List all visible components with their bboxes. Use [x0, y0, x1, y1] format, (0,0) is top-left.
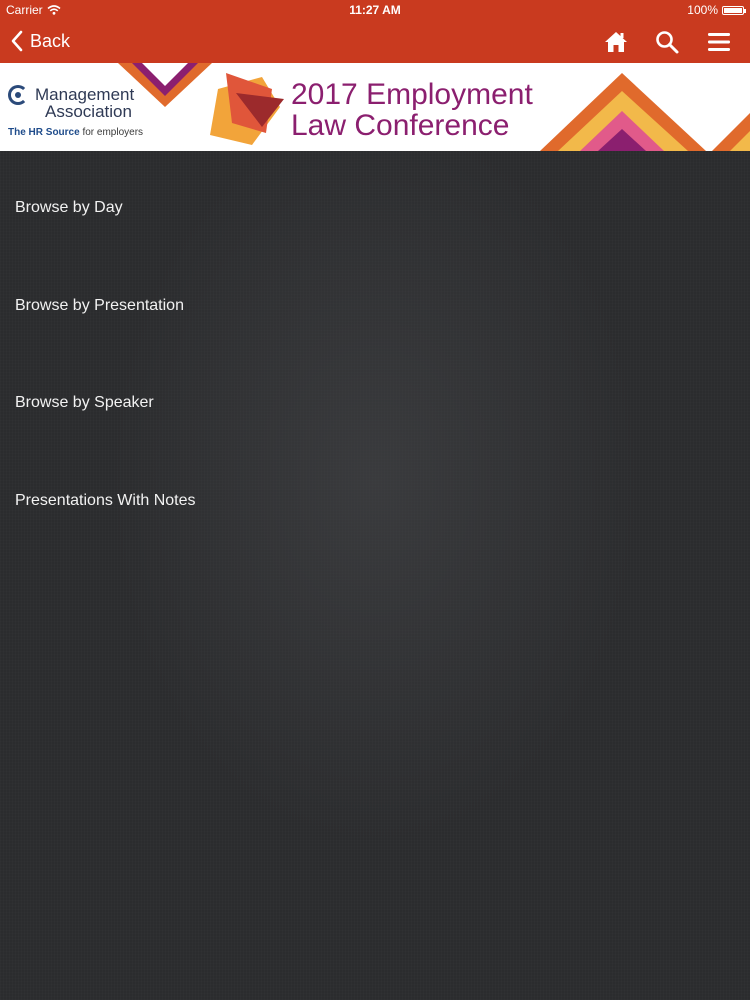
- menu-item-presentations-with-notes[interactable]: Presentations With Notes: [0, 472, 750, 532]
- back-label: Back: [30, 30, 71, 51]
- home-button[interactable]: [603, 29, 629, 55]
- menu-item-label: Browse by Speaker: [15, 394, 154, 411]
- search-button[interactable]: [654, 29, 680, 55]
- back-button[interactable]: Back: [10, 28, 70, 54]
- menu-item-browse-by-presentation[interactable]: Browse by Presentation: [0, 277, 750, 337]
- menu-item-browse-by-day[interactable]: Browse by Day: [0, 179, 750, 239]
- status-bar: Carrier 11:27 AM 100%: [0, 0, 750, 20]
- logo-tagline-rest: for employers: [79, 127, 144, 138]
- conference-title-line1: 2017 Employment: [291, 78, 533, 111]
- menu-icon: [708, 33, 730, 51]
- search-icon: [656, 31, 679, 54]
- conference-banner: Management Association The HR Source for…: [0, 63, 750, 151]
- logo-line2: Association: [45, 102, 132, 121]
- chevron-left-icon: [11, 30, 23, 52]
- status-time: 11:27 AM: [349, 3, 401, 17]
- menu-item-label: Browse by Day: [15, 199, 123, 216]
- menu-item-browse-by-speaker[interactable]: Browse by Speaker: [0, 374, 750, 434]
- battery-indicator: 100%: [687, 3, 746, 17]
- menu-item-label: Presentations With Notes: [15, 492, 196, 509]
- logo-tagline-bold: The HR Source: [8, 127, 80, 138]
- browse-menu: Browse by Day Browse by Presentation Bro…: [0, 151, 750, 1000]
- logo-mark-icon: [8, 85, 28, 105]
- battery-level-fill: [724, 7, 742, 13]
- battery-percent: 100%: [687, 3, 718, 17]
- home-icon: [605, 32, 627, 52]
- menu-button[interactable]: [706, 29, 732, 55]
- navigation-bar: Back: [0, 20, 750, 63]
- menu-item-label: Browse by Presentation: [15, 297, 184, 314]
- conference-title-line2: Law Conference: [291, 109, 510, 142]
- battery-icon: [722, 5, 746, 15]
- conference-title: 2017 Employment Law Conference: [291, 79, 533, 141]
- logo-tagline: The HR Source for employers: [8, 127, 143, 138]
